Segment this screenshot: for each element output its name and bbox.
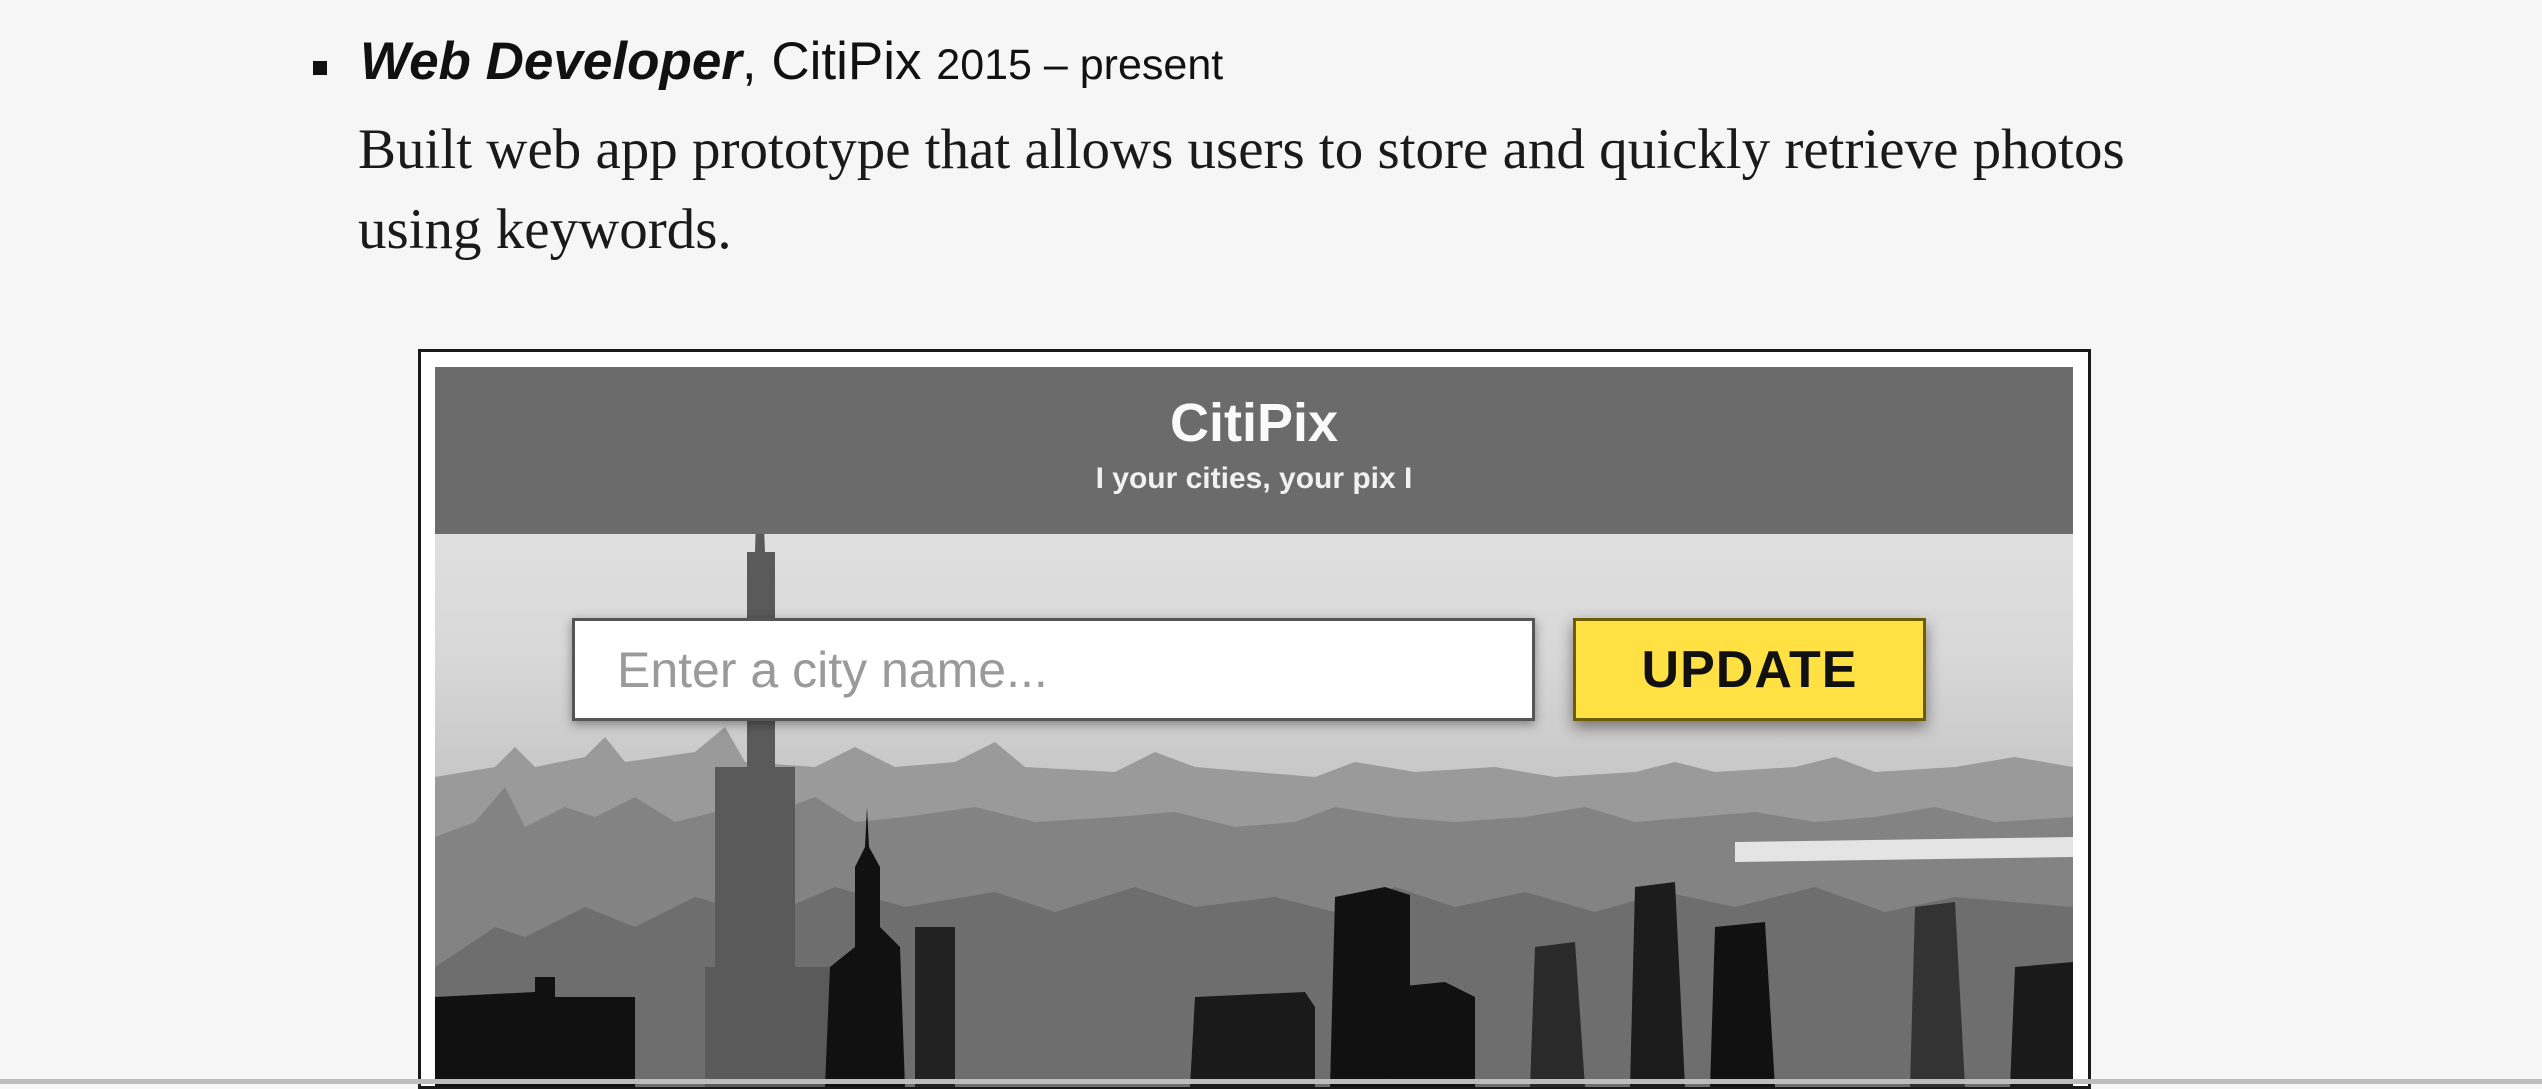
company-name: CitiPix — [771, 32, 922, 91]
app-brand-title: CitiPix — [1169, 393, 1339, 453]
job-description: Built web app prototype that allows user… — [358, 118, 2125, 261]
update-button[interactable]: UPDATE — [1573, 618, 1926, 721]
job-title: Web Developer — [360, 32, 742, 91]
bullet-square-icon — [313, 61, 327, 75]
app-screenshot: CitiPix I your cities, your pix I UPDATE — [435, 367, 2073, 1087]
page-bottom-divider — [0, 1079, 2542, 1084]
job-years: 2015 – present — [936, 41, 1224, 89]
job-heading: Web Developer, CitiPix 2015 – present — [360, 30, 1223, 94]
city-search-input[interactable] — [572, 618, 1535, 721]
app-tagline: I your cities, your pix I — [1095, 462, 1413, 495]
job-separator: , — [741, 32, 772, 91]
